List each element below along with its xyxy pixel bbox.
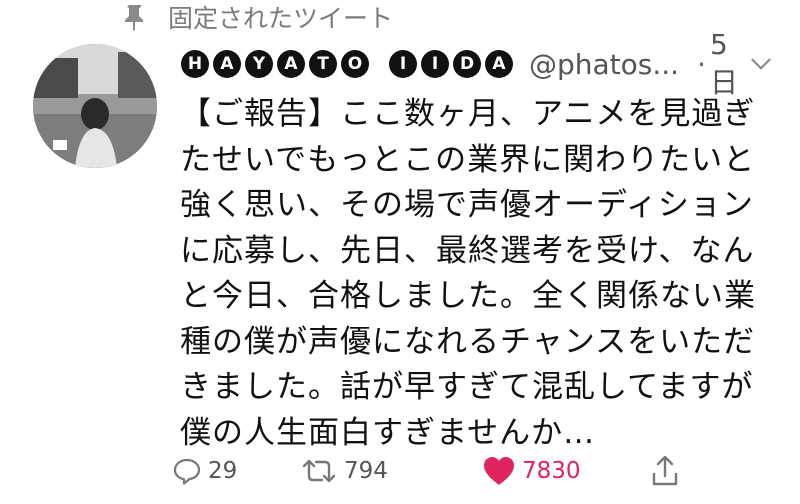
like-count: 7830: [522, 458, 581, 484]
tweet-timestamp[interactable]: 5日: [710, 28, 749, 101]
separator-dot: ·: [697, 47, 706, 81]
avatar[interactable]: [33, 44, 157, 168]
tweet-actions: 29 794 7830: [172, 451, 692, 491]
like-button[interactable]: 7830: [482, 451, 581, 491]
reply-count: 29: [208, 458, 238, 484]
pinned-tweet-indicator: 固定されたツイート: [120, 2, 394, 33]
author-name[interactable]: H A Y A T O I I D A: [181, 50, 517, 78]
name-letter-badge: D: [453, 50, 481, 78]
tweet-text: 【ご報告】ここ数ヶ月、アニメを見過ぎたせいでもっとこの業界に関わりたいと強く思い…: [180, 96, 756, 451]
retweet-count: 794: [344, 458, 388, 484]
name-letter-badge: A: [485, 50, 513, 78]
share-icon: [652, 455, 678, 486]
name-letter-badge: A: [277, 50, 305, 78]
retweet-button[interactable]: 794: [300, 451, 388, 491]
author-handle[interactable]: @phatos...: [529, 48, 679, 81]
name-letter-badge: O: [341, 50, 369, 78]
name-letter-badge: I: [421, 50, 449, 78]
name-letter-badge: I: [389, 50, 417, 78]
pin-icon: [125, 5, 143, 31]
name-letter-badge: A: [213, 50, 241, 78]
pinned-label: 固定されたツイート: [168, 4, 394, 33]
reply-button[interactable]: 29: [172, 451, 237, 491]
retweet-icon: [302, 459, 336, 483]
name-letter-badge: H: [181, 50, 209, 78]
share-button[interactable]: [650, 451, 680, 491]
name-letter-badge: T: [309, 50, 337, 78]
tweet-header: H A Y A T O I I D A @phatos... · 5日: [181, 28, 781, 99]
name-letter-badge: Y: [245, 50, 273, 78]
chevron-down-icon[interactable]: [749, 54, 773, 74]
heart-icon: [484, 457, 514, 485]
reply-icon: [173, 458, 201, 485]
